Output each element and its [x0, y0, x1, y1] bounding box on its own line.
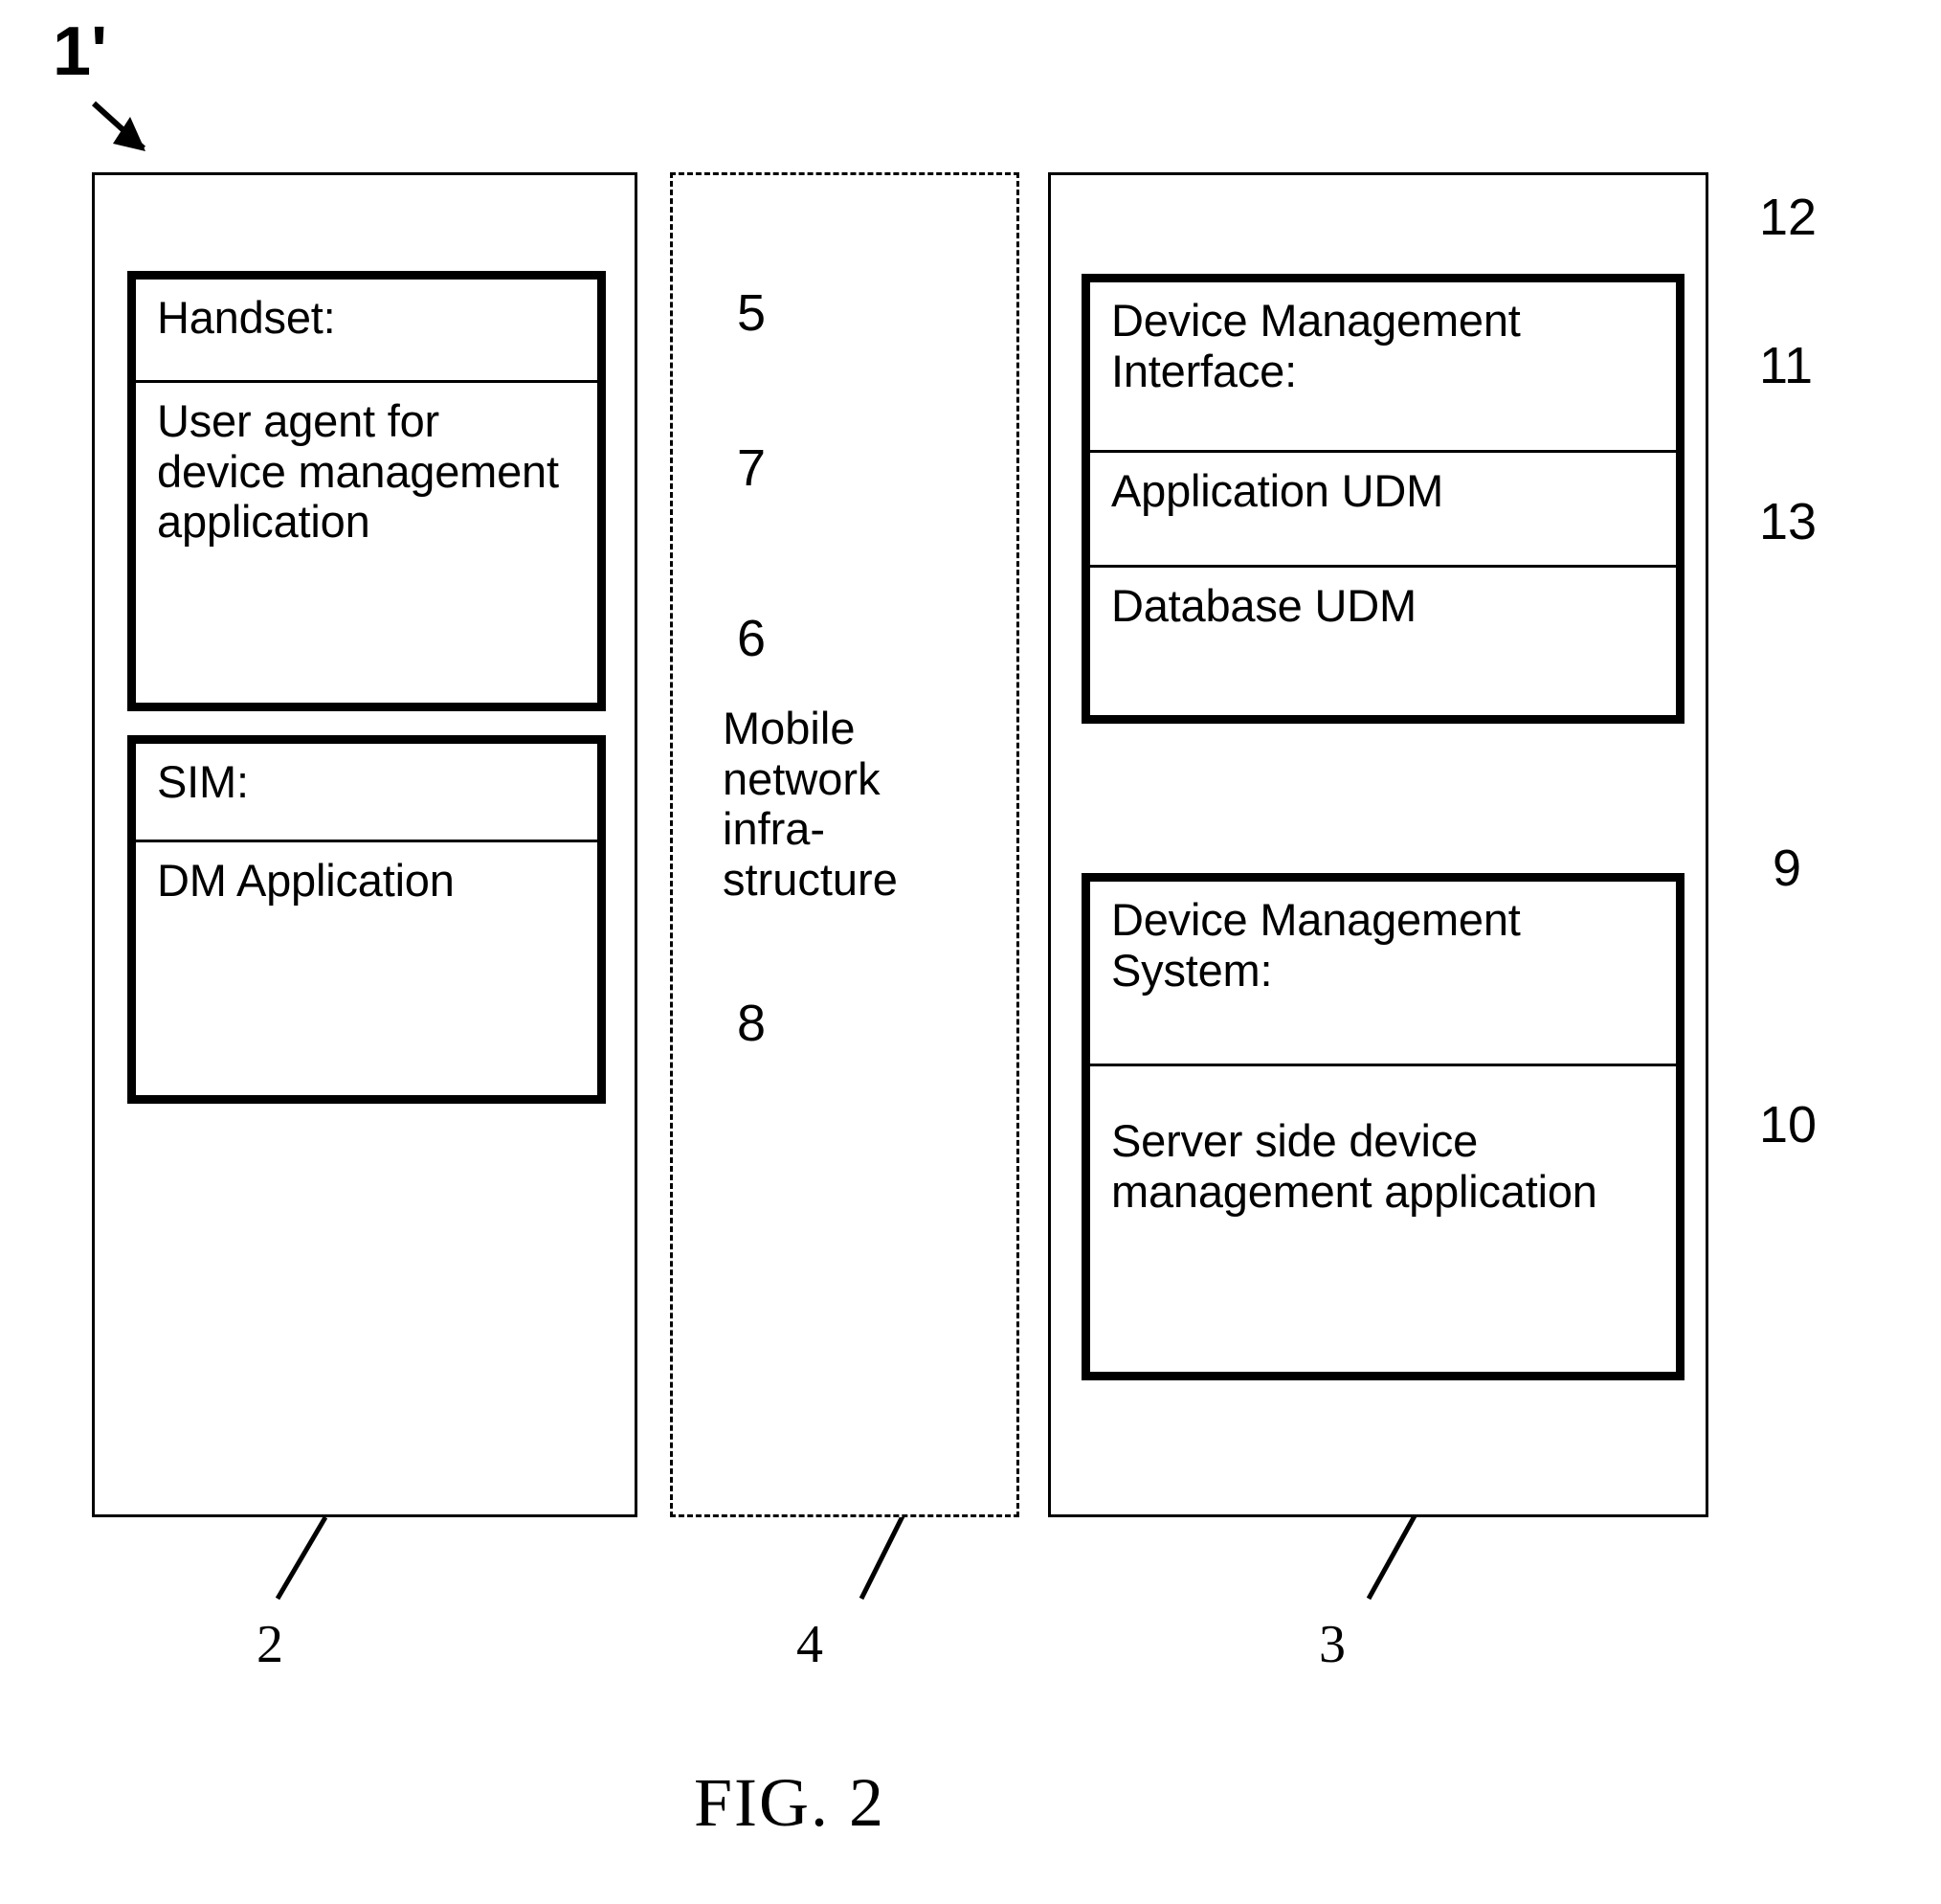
ref-numeral-2: 2: [257, 1615, 283, 1674]
dm-system-title-row: Device Management System:: [1111, 894, 1521, 996]
device-management-interface-module: Device Management Interface: Application…: [1082, 274, 1684, 724]
ref-numeral-11: 11: [1759, 337, 1814, 394]
network-infrastructure-label: Mobile network infra- structure: [723, 703, 898, 905]
database-udm-row: Database UDM: [1090, 565, 1676, 699]
handset-user-agent-row: User agent for device management applica…: [136, 380, 597, 703]
ref-numeral-9: 9: [1773, 840, 1802, 897]
ref-numeral-3: 3: [1319, 1615, 1346, 1674]
figure-caption: FIG. 2: [694, 1764, 886, 1841]
handset-module: Handset: User agent for device managemen…: [127, 271, 606, 711]
server-side-application-row: Server side device management applicatio…: [1090, 1064, 1676, 1372]
dm-interface-title-row: Device Management Interface:: [1111, 295, 1521, 396]
handset-title-row: Handset:: [157, 292, 336, 343]
ref-numeral-6: 6: [737, 610, 767, 667]
patent-figure: 1' Handset: User agent for device manage…: [0, 0, 1941, 1904]
device-management-system-module: Device Management System: Server side de…: [1082, 873, 1684, 1380]
sim-title-row: SIM:: [157, 756, 249, 807]
dm-application-row: DM Application: [136, 840, 597, 1095]
ref-numeral-7: 7: [737, 439, 767, 497]
sim-module: SIM: DM Application: [127, 735, 606, 1104]
application-udm-row: Application UDM: [1090, 450, 1676, 565]
ref-numeral-12: 12: [1759, 189, 1818, 246]
figure-label-1: 1': [53, 13, 108, 90]
ref-numeral-4: 4: [796, 1615, 823, 1674]
ref-numeral-13: 13: [1759, 493, 1818, 550]
ref-numeral-5: 5: [737, 284, 767, 342]
ref-numeral-8: 8: [737, 995, 767, 1052]
ref-numeral-10: 10: [1759, 1096, 1818, 1154]
